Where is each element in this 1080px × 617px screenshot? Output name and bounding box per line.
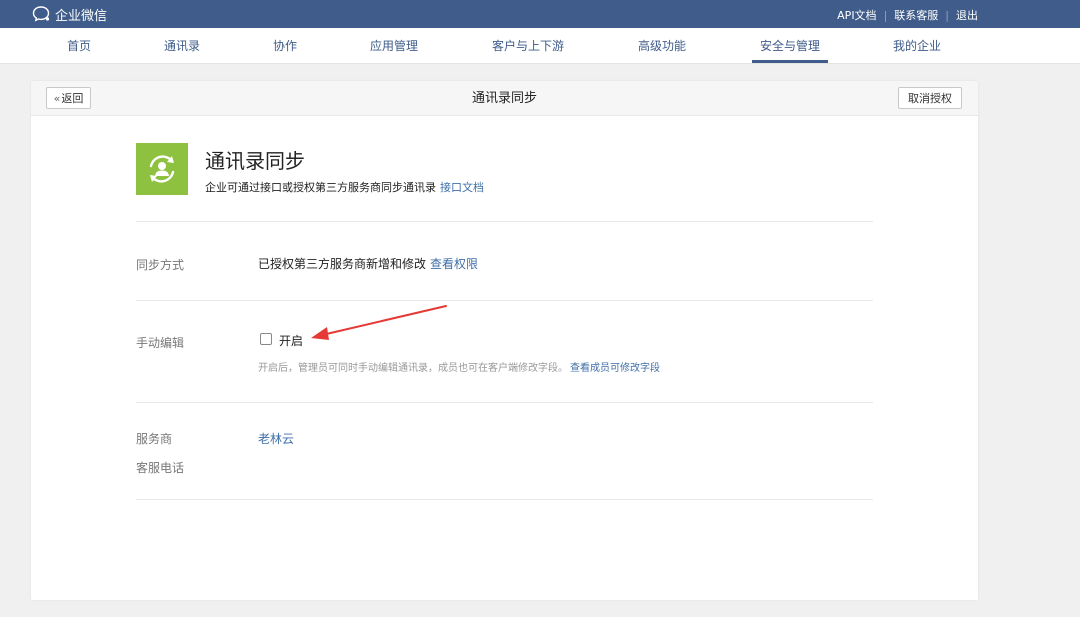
annotation-arrow-icon — [311, 305, 447, 340]
